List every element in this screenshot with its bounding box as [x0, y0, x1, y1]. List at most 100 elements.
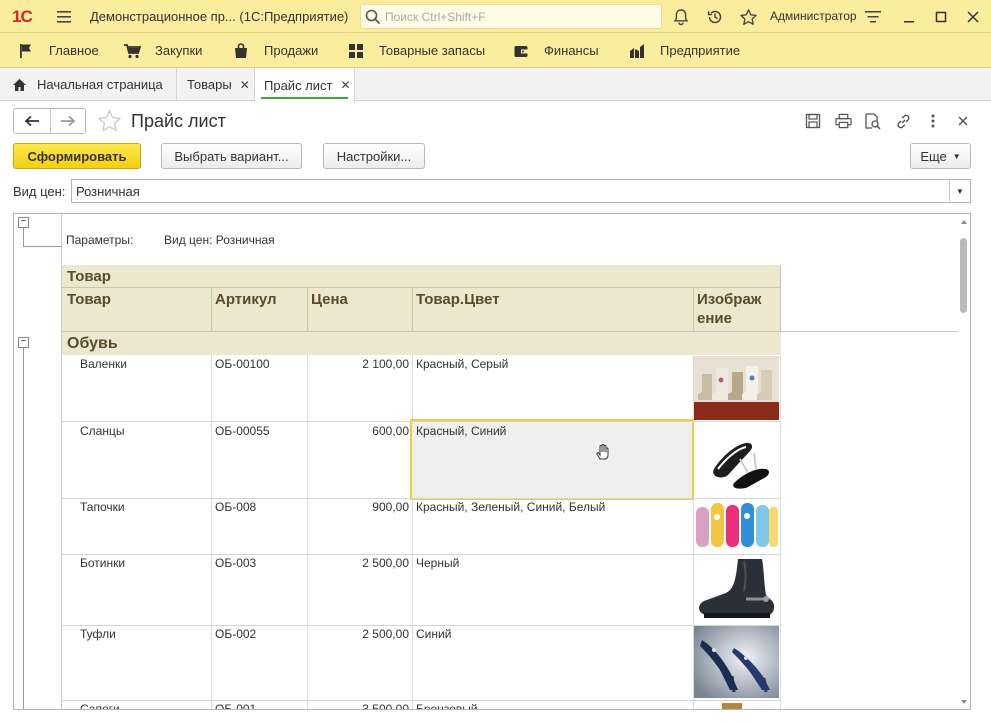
column-header-price: Цена — [311, 291, 348, 308]
generate-report-button[interactable]: Сформировать — [13, 143, 141, 169]
close-window-icon[interactable] — [963, 7, 983, 27]
scrollbar-thumb[interactable] — [960, 238, 967, 313]
vertical-scrollbar[interactable] — [958, 218, 968, 706]
section-main[interactable]: Главное — [17, 33, 99, 68]
column-divider — [780, 355, 781, 709]
product-sku: ОБ-00055 — [215, 424, 270, 438]
history-icon[interactable] — [705, 7, 725, 27]
product-price: 600,00 — [372, 424, 409, 438]
product-price: 2 500,00 — [362, 627, 409, 641]
tab-price-list[interactable]: Прайс лист ✕ — [255, 68, 355, 102]
search-input[interactable] — [383, 7, 653, 26]
link-icon[interactable] — [893, 111, 913, 131]
tab-home[interactable]: Начальная страница — [0, 68, 177, 101]
global-search[interactable] — [360, 4, 662, 29]
row-divider — [62, 625, 781, 626]
column-divider — [211, 355, 212, 709]
params-value: Вид цен: Розничная — [164, 233, 275, 247]
section-label: Товарные запасы — [379, 43, 486, 58]
product-price: 3 500,00 — [362, 702, 409, 710]
hand-cursor-icon — [594, 443, 612, 461]
group-name: Обувь — [67, 335, 118, 352]
product-name: Сапоги — [80, 702, 120, 710]
bag-icon — [232, 42, 250, 60]
header-colsep — [780, 265, 781, 332]
header-divider — [62, 287, 781, 288]
section-sales[interactable]: Продажи — [232, 33, 318, 68]
tab-label: Начальная страница — [37, 77, 163, 92]
close-tab-icon[interactable]: ✕ — [240, 78, 250, 92]
product-color: Красный, Серый — [416, 357, 509, 371]
product-price: 900,00 — [372, 500, 409, 514]
product-color: Красный, Зеленый, Синий, Белый — [416, 500, 606, 514]
product-name: Тапочки — [80, 500, 125, 514]
app-title: Демонстрационное пр... (1С:Предприятие) — [90, 9, 349, 24]
product-name: Ботинки — [80, 556, 126, 570]
column-header-color: Товар.Цвет — [416, 291, 500, 308]
chevron-down-icon: ▼ — [952, 151, 961, 161]
section-label: Продажи — [264, 43, 319, 58]
product-image-flip-flops — [694, 423, 779, 497]
close-form-icon[interactable] — [953, 111, 973, 131]
product-sku: ОБ-008 — [215, 500, 257, 514]
section-stock[interactable]: Товарные запасы — [347, 33, 485, 68]
save-icon[interactable] — [803, 111, 823, 131]
dropdown-arrow-icon[interactable]: ▼ — [949, 180, 970, 202]
minimize-icon[interactable] — [899, 7, 919, 27]
arrow-right-icon — [60, 115, 76, 127]
forward-button[interactable] — [49, 109, 86, 133]
report-spreadsheet[interactable]: − Параметры: Вид цен: Розничная Товар То… — [13, 213, 971, 710]
form-title: Прайс лист — [131, 111, 226, 131]
print-icon[interactable] — [833, 111, 853, 131]
section-label: Предприятие — [660, 43, 741, 58]
collapse-params-toggle[interactable]: − — [18, 217, 29, 228]
row-divider — [62, 498, 781, 499]
section-finance[interactable]: Финансы — [512, 33, 599, 68]
tab-products[interactable]: Товары ✕ — [177, 68, 255, 101]
column-divider — [412, 355, 413, 709]
group-row — [62, 332, 781, 355]
maximize-icon[interactable] — [931, 7, 951, 27]
bell-icon[interactable] — [671, 7, 691, 27]
scroll-up-icon — [961, 220, 967, 224]
print-preview-icon[interactable] — [862, 111, 882, 131]
price-type-label: Вид цен: — [13, 184, 66, 199]
grid-icon — [347, 42, 365, 60]
more-button[interactable]: Еще ▼ — [910, 143, 971, 169]
header-colsep — [307, 288, 308, 332]
tree-line — [23, 228, 24, 246]
add-to-favorites-star-icon[interactable] — [97, 109, 122, 133]
select-variant-button[interactable]: Выбрать вариант... — [161, 143, 302, 169]
settings-button[interactable]: Настройки... — [323, 143, 425, 169]
search-icon — [365, 9, 381, 25]
product-image-heels — [694, 626, 779, 698]
product-sku: ОБ-003 — [215, 556, 257, 570]
back-button[interactable] — [14, 109, 50, 133]
product-image-slippers — [694, 499, 779, 553]
section-enterprise[interactable]: Предприятие — [628, 33, 740, 68]
close-tab-icon[interactable]: ✕ — [340, 78, 350, 92]
product-color: Красный, Синий — [416, 424, 507, 438]
history-navigation — [13, 108, 86, 134]
grouping-gutter — [14, 214, 62, 709]
price-type-value[interactable]: Розничная — [76, 184, 140, 199]
price-type-field[interactable]: Розничная ▼ — [71, 179, 971, 203]
row-divider — [62, 421, 781, 422]
settings-menu-icon[interactable] — [863, 7, 883, 27]
product-color: Синий — [416, 627, 452, 641]
collapse-group-toggle[interactable]: − — [18, 337, 29, 348]
arrow-left-icon — [24, 115, 39, 127]
sections-panel: Главное Закупки Продажи Товарные запасы … — [0, 33, 991, 68]
tree-line — [23, 246, 61, 247]
tab-label: Товары — [187, 77, 232, 92]
section-purchases[interactable]: Закупки — [123, 33, 202, 68]
favorites-star-icon[interactable] — [738, 7, 758, 27]
more-actions-icon[interactable] — [923, 111, 943, 131]
chart-icon — [628, 42, 646, 60]
main-menu-icon[interactable] — [54, 7, 74, 27]
product-sku: ОБ-00100 — [215, 357, 270, 371]
app-logo: 1С — [12, 7, 33, 26]
product-color: Бронзовый — [416, 702, 478, 710]
title-bar: 1С Демонстрационное пр... (1С:Предприяти… — [0, 0, 991, 33]
user-name[interactable]: Администратор — [770, 9, 857, 23]
